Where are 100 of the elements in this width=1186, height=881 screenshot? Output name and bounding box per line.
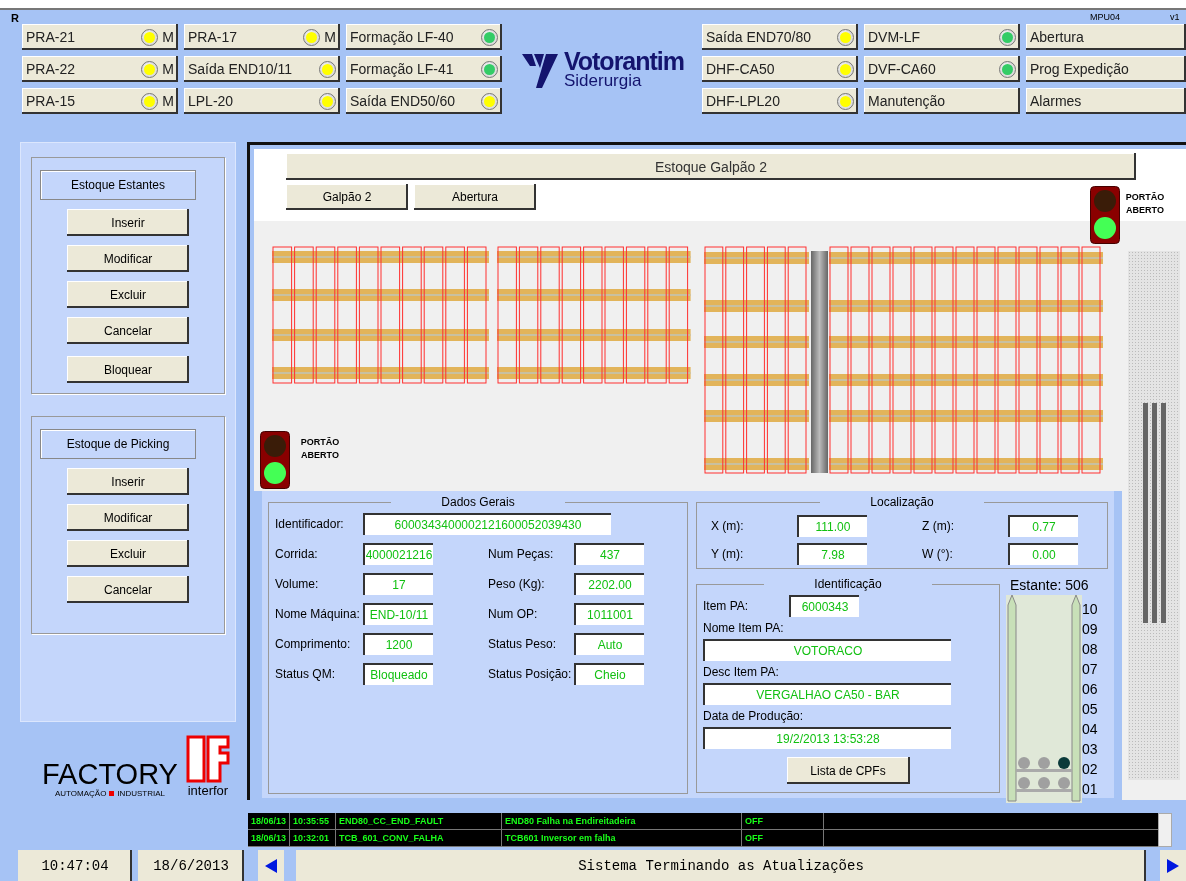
station-button[interactable]: PRA-15 M xyxy=(22,88,178,114)
clock: 10:47:04 xyxy=(18,850,132,881)
logo-name: Votorantim xyxy=(563,50,685,72)
group-title: Localização xyxy=(869,495,935,509)
field-label: Nome Máquina: xyxy=(275,607,361,621)
alarm-state: OFF xyxy=(742,813,824,829)
date-display: 18/6/2013 xyxy=(138,850,244,881)
scrollbar[interactable] xyxy=(1158,813,1172,847)
level-number: 02 xyxy=(1082,760,1098,779)
brand-name: FACTORY xyxy=(42,759,178,789)
field-label: Y (m): xyxy=(711,547,745,561)
level-number: 08 xyxy=(1082,640,1098,659)
station-button[interactable]: Saída END70/80 xyxy=(702,24,858,50)
level-number: 09 xyxy=(1082,620,1098,639)
brand-tagline: AUTOMAÇÃO xyxy=(54,789,107,798)
level-number: 01 xyxy=(1082,780,1098,799)
field-label: Peso (Kg): xyxy=(488,577,546,591)
alarm-time: 10:35:55 xyxy=(290,813,336,829)
field-label: Item PA: xyxy=(703,599,750,613)
alarm-message: END80 Falha na Endireitadeira xyxy=(502,813,742,829)
value-field: 437 xyxy=(574,543,644,565)
field-label: Status QM: xyxy=(275,667,337,681)
field-label: Status Peso: xyxy=(488,637,558,651)
station-button[interactable]: Manutenção xyxy=(864,88,1020,114)
station-button[interactable]: Formação LF-40 xyxy=(346,24,502,50)
field-label: Data de Produção: xyxy=(703,709,805,723)
field-label: Num OP: xyxy=(488,607,539,621)
station-button[interactable]: Saída END10/11 xyxy=(184,56,340,82)
station-button[interactable]: Saída END50/60 xyxy=(346,88,502,114)
station-button[interactable]: LPL-20 xyxy=(184,88,340,114)
level-number: 03 xyxy=(1082,740,1098,759)
square-icon xyxy=(109,791,115,796)
level-number: 05 xyxy=(1082,700,1098,719)
station-button[interactable]: Abertura xyxy=(1026,24,1186,50)
station-button[interactable]: Prog Expedição xyxy=(1026,56,1186,82)
station-label: MPU04 xyxy=(1090,12,1120,22)
shelf-title: Estante: 506 xyxy=(1010,577,1089,593)
value-field: 6000343 xyxy=(789,595,859,617)
station-button[interactable]: Alarmes xyxy=(1026,88,1186,114)
next-button[interactable] xyxy=(1160,850,1186,881)
field-label: Volume: xyxy=(275,577,320,591)
value-field: 6000343400002121600052039430 xyxy=(363,513,611,535)
brand-tagline: INDUSTRIAL xyxy=(117,789,165,798)
station-button[interactable]: DVF-CA60 xyxy=(864,56,1020,82)
partner-name: interfor xyxy=(187,783,229,798)
logo-subtitle: Siderurgia xyxy=(563,72,643,90)
previous-button[interactable] xyxy=(258,850,284,881)
station-button[interactable]: DVM-LF xyxy=(864,24,1020,50)
value-field: 1200 xyxy=(363,633,433,655)
group-title: Estoque Estantes xyxy=(40,170,196,200)
cpf-list-button[interactable]: Lista de CPFs xyxy=(786,757,910,784)
station-button[interactable]: PRA-17 M xyxy=(184,24,340,50)
value-field: END-10/11 xyxy=(363,603,433,625)
action-button[interactable]: Bloquear xyxy=(67,356,189,383)
action-button[interactable]: Inserir xyxy=(67,209,189,236)
group-title: Dados Gerais xyxy=(440,495,516,509)
version-label: v1 xyxy=(1170,12,1180,22)
right-arrow-icon xyxy=(1167,858,1179,873)
action-button[interactable]: Excluir xyxy=(67,540,189,567)
action-button[interactable]: Excluir xyxy=(67,281,189,308)
action-button[interactable]: Inserir xyxy=(67,468,189,495)
field-label: W (°): xyxy=(922,547,954,561)
field-label: Nome Item PA: xyxy=(703,621,785,635)
value-field: Cheio xyxy=(574,663,644,685)
alarm-tag: TCB_601_CONV_FALHA xyxy=(336,830,502,846)
alarm-message: TCB601 Inversor em falha xyxy=(502,830,742,846)
field-label: Num Peças: xyxy=(488,547,555,561)
group-title: Identificação xyxy=(813,577,883,591)
action-button[interactable]: Modificar xyxy=(67,245,189,272)
group-title: Estoque de Picking xyxy=(40,429,196,459)
value-field: 0.77 xyxy=(1008,515,1078,537)
action-button[interactable]: Modificar xyxy=(67,504,189,531)
action-button[interactable]: Cancelar xyxy=(67,576,189,603)
field-label: Comprimento: xyxy=(275,637,352,651)
title-bar[interactable]: Estoque Galpão 2 xyxy=(286,153,1136,180)
field-label: Corrida: xyxy=(275,547,319,561)
tab-button[interactable]: Abertura xyxy=(414,184,536,210)
field-label: Z (m): xyxy=(922,519,955,533)
value-field: 17 xyxy=(363,573,433,595)
station-button[interactable]: DHF-LPL20 xyxy=(702,88,858,114)
corner-mark: R xyxy=(11,12,19,24)
value-field: 19/2/2013 13:53:28 xyxy=(703,727,951,749)
partner-logo-icon xyxy=(185,735,230,783)
roller-bars-icon xyxy=(1141,403,1167,623)
value-field: Bloqueado xyxy=(363,663,433,685)
station-button[interactable]: Formação LF-41 xyxy=(346,56,502,82)
value-field: 0.00 xyxy=(1008,543,1078,565)
tab-button[interactable]: Galpão 2 xyxy=(286,184,408,210)
left-arrow-icon xyxy=(265,858,277,873)
station-button[interactable]: PRA-21 M xyxy=(22,24,178,50)
value-field: 4000021216 xyxy=(363,543,433,565)
alarm-state: OFF xyxy=(742,830,824,846)
gate-status: PORTÃO ABERTO xyxy=(1124,191,1166,217)
station-button[interactable]: PRA-22 M xyxy=(22,56,178,82)
field-label: Status Posição: xyxy=(488,667,573,681)
alarm-time: 10:32:01 xyxy=(290,830,336,846)
field-label: Identificador: xyxy=(275,517,345,531)
station-button[interactable]: DHF-CA50 xyxy=(702,56,858,82)
gate-status: PORTÃO ABERTO xyxy=(299,436,341,462)
action-button[interactable]: Cancelar xyxy=(67,317,189,344)
